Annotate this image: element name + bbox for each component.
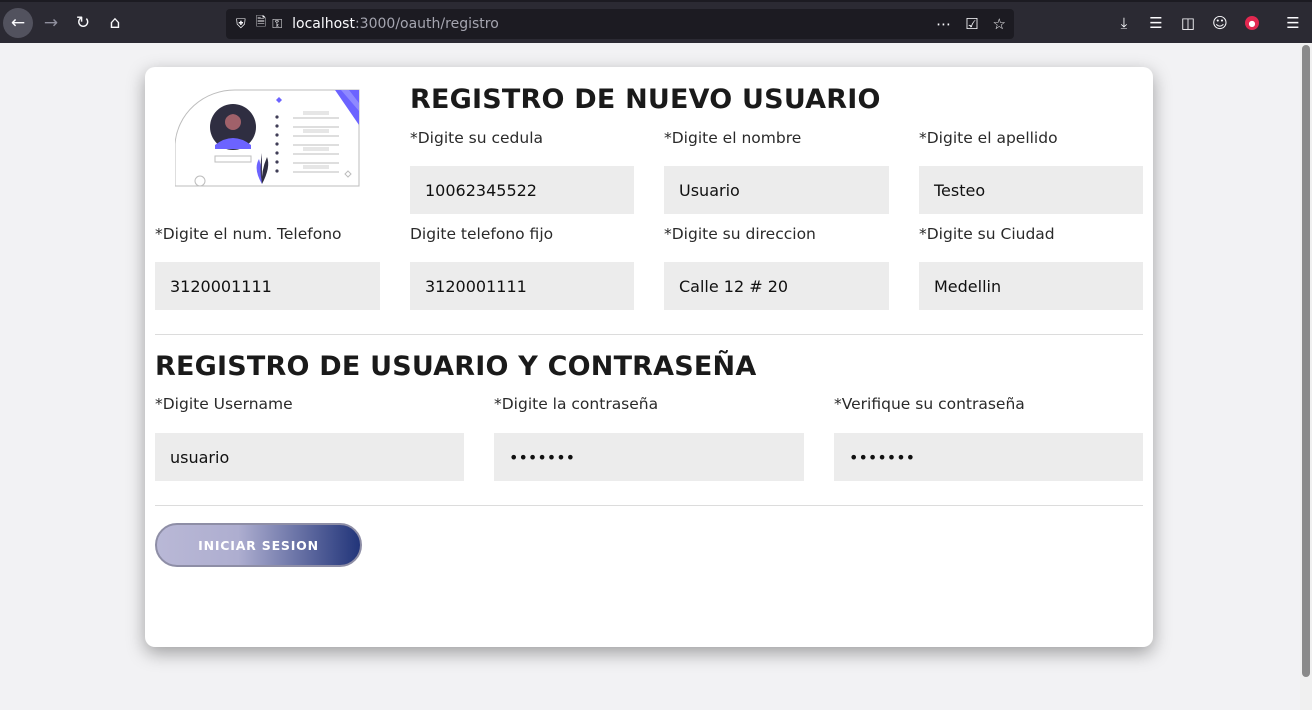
registration-card: REGISTRO DE NUEVO USUARIO *Digite su ced…	[145, 67, 1153, 647]
password-confirm-label: *Verifique su contraseña	[834, 395, 1025, 413]
download-icon[interactable]: ⤓	[1112, 11, 1136, 35]
account-icon[interactable]: ☺	[1208, 11, 1232, 35]
bookmark-star-icon[interactable]: ☆	[993, 15, 1006, 33]
more-options-icon[interactable]: ⋯	[936, 15, 951, 33]
pocket-icon[interactable]: ☑	[965, 15, 978, 33]
cedula-input[interactable]: 10062345522	[410, 166, 634, 214]
browser-toolbar: ← → ↻ ⌂ ⛨ 🗎 ⚿ localhost:3000/oauth/regis…	[0, 0, 1312, 43]
username-label: *Digite Username	[155, 395, 293, 413]
extension-lock-icon[interactable]: ●	[1240, 11, 1264, 35]
title-account: REGISTRO DE USUARIO Y CONTRASEÑA	[155, 351, 757, 382]
telefono-label: *Digite el num. Telefono	[155, 225, 342, 243]
ciudad-label: *Digite su Ciudad	[919, 225, 1055, 243]
back-arrow-icon[interactable]: ←	[3, 8, 33, 38]
forward-arrow-icon[interactable]: →	[36, 8, 66, 38]
address-bar[interactable]: ⛨ 🗎 ⚿ localhost:3000/oauth/registro ⋯ ☑ …	[226, 9, 1014, 39]
telefono-fijo-input[interactable]: 3120001111	[410, 262, 634, 310]
title-personal: REGISTRO DE NUEVO USUARIO	[410, 84, 881, 115]
password-confirm-input[interactable]: •••••••	[834, 433, 1143, 481]
cedula-label: *Digite su cedula	[410, 129, 544, 147]
library-icon[interactable]: ☰	[1144, 11, 1168, 35]
scrollbar-thumb[interactable]	[1302, 45, 1310, 677]
direccion-label: *Digite su direccion	[664, 225, 816, 243]
ciudad-input[interactable]: Medellin	[919, 262, 1143, 310]
nombre-input[interactable]: Usuario	[664, 166, 889, 214]
home-icon[interactable]: ⌂	[100, 8, 130, 38]
page-scrollbar[interactable]	[1300, 43, 1312, 710]
reload-icon[interactable]: ↻	[68, 8, 98, 38]
menu-icon[interactable]: ☰	[1281, 11, 1305, 35]
telefono-fijo-label: Digite telefono fijo	[410, 225, 554, 243]
shield-icon[interactable]: ⛨	[236, 17, 246, 32]
button-divider	[155, 505, 1143, 506]
password-label: *Digite la contraseña	[494, 395, 659, 413]
url-text[interactable]: localhost:3000/oauth/registro	[292, 16, 499, 32]
nombre-label: *Digite el nombre	[664, 129, 802, 147]
key-icon[interactable]: ⚿	[272, 17, 282, 32]
apellido-label: *Digite el apellido	[919, 129, 1058, 147]
username-input[interactable]: usuario	[155, 433, 464, 481]
section-divider	[155, 334, 1143, 335]
sidebar-icon[interactable]: ◫	[1176, 11, 1200, 35]
apellido-input[interactable]: Testeo	[919, 166, 1143, 214]
direccion-input[interactable]: Calle 12 # 20	[664, 262, 889, 310]
password-input[interactable]: •••••••	[494, 433, 804, 481]
iniciar-sesion-button[interactable]: INICIAR SESION	[155, 523, 362, 567]
telefono-input[interactable]: 3120001111	[155, 262, 380, 310]
page-icon: 🗎	[255, 15, 267, 30]
profile-card-illustration	[175, 89, 360, 187]
